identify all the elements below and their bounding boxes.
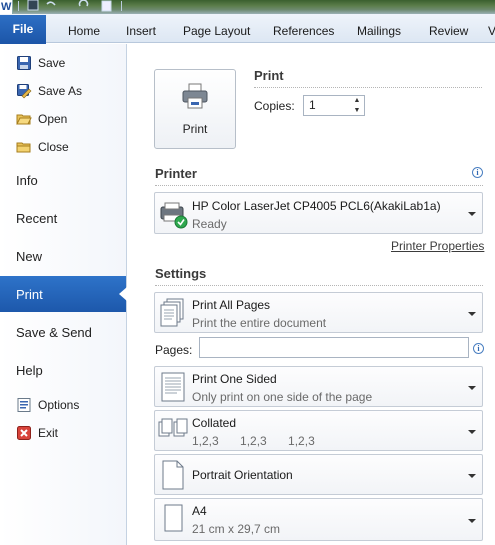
undo-icon[interactable]	[44, 0, 58, 12]
printer-properties-link[interactable]: Printer Properties	[391, 239, 484, 253]
chevron-down-icon	[468, 474, 476, 478]
tab-home[interactable]: Home	[68, 23, 100, 39]
portrait-orientation-icon	[162, 460, 184, 490]
chevron-down-icon	[468, 212, 476, 216]
collation-dropdown[interactable]: Collated 1,2,3 1,2,3 1,2,3	[154, 410, 483, 451]
nav-open[interactable]: Open	[0, 106, 126, 132]
tab-mailings[interactable]: Mailings	[357, 23, 401, 39]
printer-icon	[182, 83, 208, 109]
word-logo: W	[0, 0, 13, 14]
chevron-down-icon	[468, 430, 476, 434]
file-tab[interactable]: File	[0, 15, 46, 44]
tab-review[interactable]: Review	[429, 23, 468, 39]
copies-increment-button[interactable]: ▲	[351, 96, 363, 105]
exit-icon	[17, 426, 31, 440]
print-range-title: Print All Pages	[192, 298, 271, 312]
copies-label: Copies:	[254, 99, 295, 113]
chevron-down-icon	[468, 519, 476, 523]
toolbar-separator	[18, 1, 19, 11]
paper-size-icon	[164, 504, 183, 532]
chevron-down-icon	[468, 312, 476, 316]
paper-size-dropdown[interactable]: A4 21 cm x 29,7 cm	[154, 498, 483, 541]
print-button[interactable]: Print	[154, 69, 236, 149]
quick-access-toolbar: W	[0, 0, 495, 14]
print-button-label: Print	[182, 122, 208, 136]
print-range-dropdown[interactable]: Print All Pages Print the entire documen…	[154, 292, 483, 333]
options-icon	[17, 398, 31, 412]
toolbar-separator	[121, 1, 122, 11]
copies-value: 1	[309, 98, 316, 112]
chevron-down-icon	[468, 386, 476, 390]
nav-print-label: Print	[16, 286, 43, 302]
settings-section-title: Settings	[155, 266, 207, 281]
backstage-nav: Save Save As Open Close Info Recent New …	[0, 44, 127, 545]
orientation-dropdown[interactable]: Portrait Orientation	[154, 454, 483, 495]
nav-new[interactable]: New	[0, 238, 126, 274]
tab-insert[interactable]: Insert	[126, 23, 156, 39]
nav-info[interactable]: Info	[0, 162, 126, 198]
redo-icon[interactable]	[77, 0, 91, 12]
printer-section-title: Printer	[155, 166, 197, 181]
print-preview-icon[interactable]	[100, 0, 114, 12]
copies-decrement-button[interactable]: ▼	[351, 106, 363, 115]
divider	[155, 185, 483, 186]
sides-subtitle: Only print on one side of the page	[192, 390, 373, 404]
one-sided-icon	[161, 372, 185, 402]
pages-input[interactable]	[199, 337, 469, 358]
print-all-pages-icon	[160, 298, 184, 327]
save-quick-icon[interactable]	[26, 0, 40, 12]
nav-print[interactable]: Print	[0, 276, 127, 312]
nav-close-label: Close	[38, 140, 69, 154]
ribbon-tabs: Home Insert Page Layout References Maili…	[0, 14, 495, 43]
tab-page-layout[interactable]: Page Layout	[183, 23, 250, 39]
tab-view[interactable]: V	[488, 23, 495, 39]
nav-save[interactable]: Save	[0, 50, 126, 76]
nav-exit-label: Exit	[38, 426, 59, 440]
nav-recent[interactable]: Recent	[0, 200, 126, 236]
paper-size-subtitle: 21 cm x 29,7 cm	[192, 522, 281, 536]
divider	[254, 87, 482, 88]
nav-open-label: Open	[38, 112, 68, 126]
open-folder-icon	[16, 114, 32, 125]
collation-subtitle: 1,2,3 1,2,3 1,2,3	[192, 434, 315, 448]
tab-references[interactable]: References	[273, 23, 334, 39]
printer-device-icon	[160, 202, 188, 229]
sides-dropdown[interactable]: Print One Sided Only print on one side o…	[154, 366, 483, 407]
close-folder-icon	[16, 142, 31, 153]
nav-save-label: Save	[38, 56, 66, 70]
copies-input[interactable]: 1 ▲ ▼	[303, 95, 365, 116]
nav-save-and-send[interactable]: Save & Send	[0, 314, 126, 350]
active-indicator-arrow	[119, 287, 127, 301]
divider	[155, 285, 483, 286]
print-panel: Print Print Copies: 1 ▲ ▼ Printer i HP C…	[128, 44, 495, 545]
info-icon[interactable]: i	[472, 167, 483, 178]
collated-icon	[158, 418, 188, 437]
save-icon	[17, 56, 31, 70]
pages-label: Pages:	[155, 343, 193, 357]
printer-dropdown[interactable]: HP Color LaserJet CP4005 PCL6(AkakiLab1a…	[154, 192, 483, 234]
print-section-title: Print	[254, 68, 284, 83]
nav-save-as-label: Save As	[38, 84, 83, 98]
nav-help[interactable]: Help	[0, 352, 126, 388]
save-as-icon	[17, 84, 32, 99]
nav-save-as[interactable]: Save As	[0, 78, 126, 104]
info-icon[interactable]: i	[473, 343, 484, 354]
printer-name: HP Color LaserJet CP4005 PCL6(AkakiLab1a…	[192, 199, 441, 213]
paper-size-title: A4	[192, 504, 207, 518]
print-range-subtitle: Print the entire document	[192, 316, 327, 330]
orientation-title: Portrait Orientation	[192, 468, 293, 482]
collation-title: Collated	[192, 416, 237, 430]
printer-status: Ready	[192, 217, 227, 231]
nav-options-label: Options	[38, 398, 80, 412]
nav-close[interactable]: Close	[0, 134, 126, 160]
sides-title: Print One Sided	[192, 372, 277, 386]
nav-options[interactable]: Options	[0, 392, 126, 418]
nav-exit[interactable]: Exit	[0, 420, 126, 446]
